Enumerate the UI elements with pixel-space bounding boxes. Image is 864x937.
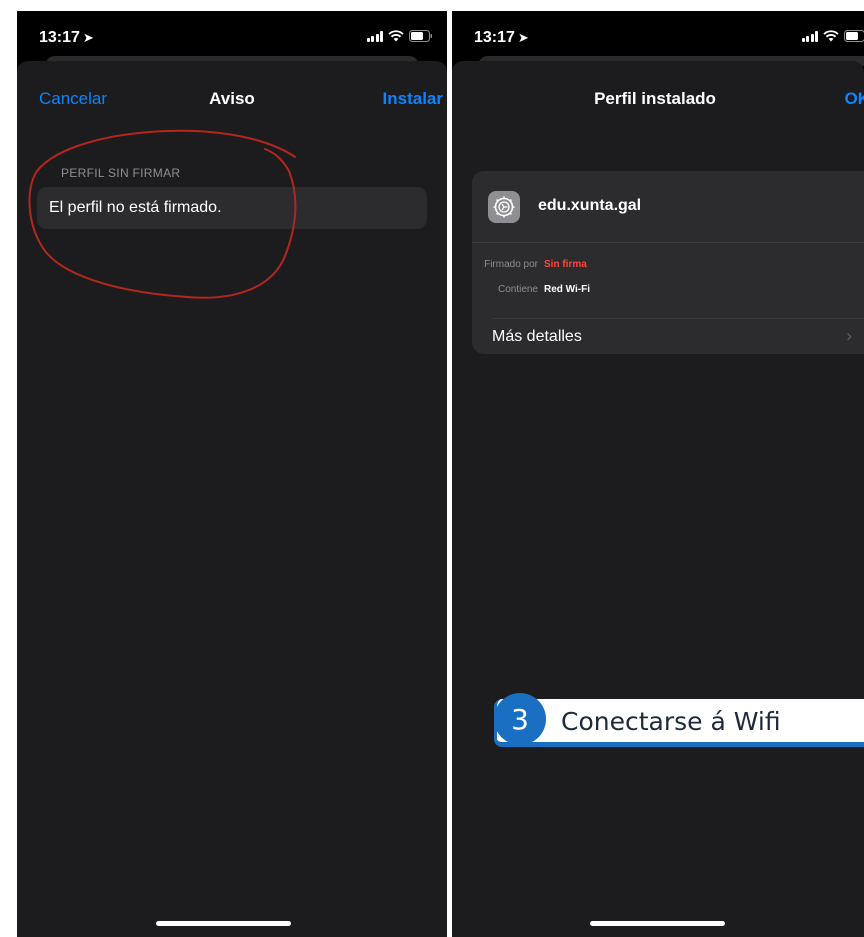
- section-header: PERFIL SIN FIRMAR: [61, 166, 181, 180]
- cellular-signal-icon: [801, 30, 818, 42]
- contains-label: Contiene: [497, 284, 538, 295]
- wifi-icon: [823, 30, 839, 42]
- home-indicator[interactable]: [590, 921, 725, 926]
- profile-name: edu.xunta.gal: [538, 197, 642, 214]
- battery-icon: [844, 30, 864, 42]
- signed-by-value: Sin firma: [544, 259, 587, 270]
- nav-title: Perfil instalado: [594, 89, 716, 108]
- status-time: 13:17 ➤: [39, 29, 94, 46]
- location-arrow-icon: ➤: [517, 30, 529, 45]
- unsigned-profile-cell: El perfil no está firmado.: [37, 187, 427, 229]
- home-indicator[interactable]: [156, 921, 291, 926]
- more-details-row[interactable]: Más detalles ›: [472, 319, 864, 354]
- step-number-badge: 3: [494, 693, 546, 745]
- contains-row: Contiene Red Wi-Fi: [472, 284, 590, 295]
- battery-icon: [409, 30, 433, 42]
- nav-bar: Cancelar Aviso Instalar: [17, 89, 447, 113]
- contains-value: Red Wi-Fi: [544, 284, 591, 295]
- profile-card: edu.xunta.gal Firmado por Sin firma Conti…: [472, 171, 864, 354]
- cellular-signal-icon: [366, 30, 383, 42]
- settings-gear-icon: [488, 191, 520, 223]
- divider: [472, 242, 864, 243]
- step-text: Conectarse á Wifi: [561, 707, 781, 736]
- signed-by-label: Firmado por: [484, 259, 538, 270]
- wifi-icon: [388, 30, 404, 42]
- profile-row: edu.xunta.gal: [472, 171, 864, 242]
- location-arrow-icon: ➤: [82, 30, 94, 45]
- install-button[interactable]: Instalar: [383, 89, 443, 109]
- signed-by-row: Firmado por Sin firma: [472, 259, 587, 270]
- phone-screen-left: 13:17 ➤ Cancelar Aviso Instalar PERFIL SI…: [17, 11, 447, 937]
- more-details-label: Más detalles: [492, 328, 582, 345]
- status-icons: [366, 30, 434, 42]
- chevron-right-icon: ›: [846, 326, 852, 345]
- nav-bar: Perfil instalado OK: [452, 89, 864, 113]
- status-icons: [801, 30, 864, 42]
- status-time: 13:17 ➤: [474, 29, 529, 46]
- ok-button[interactable]: OK: [845, 89, 864, 109]
- phone-screen-right: 13:17 ➤ Perfil instalado OK edu.xunta.ga…: [452, 11, 864, 937]
